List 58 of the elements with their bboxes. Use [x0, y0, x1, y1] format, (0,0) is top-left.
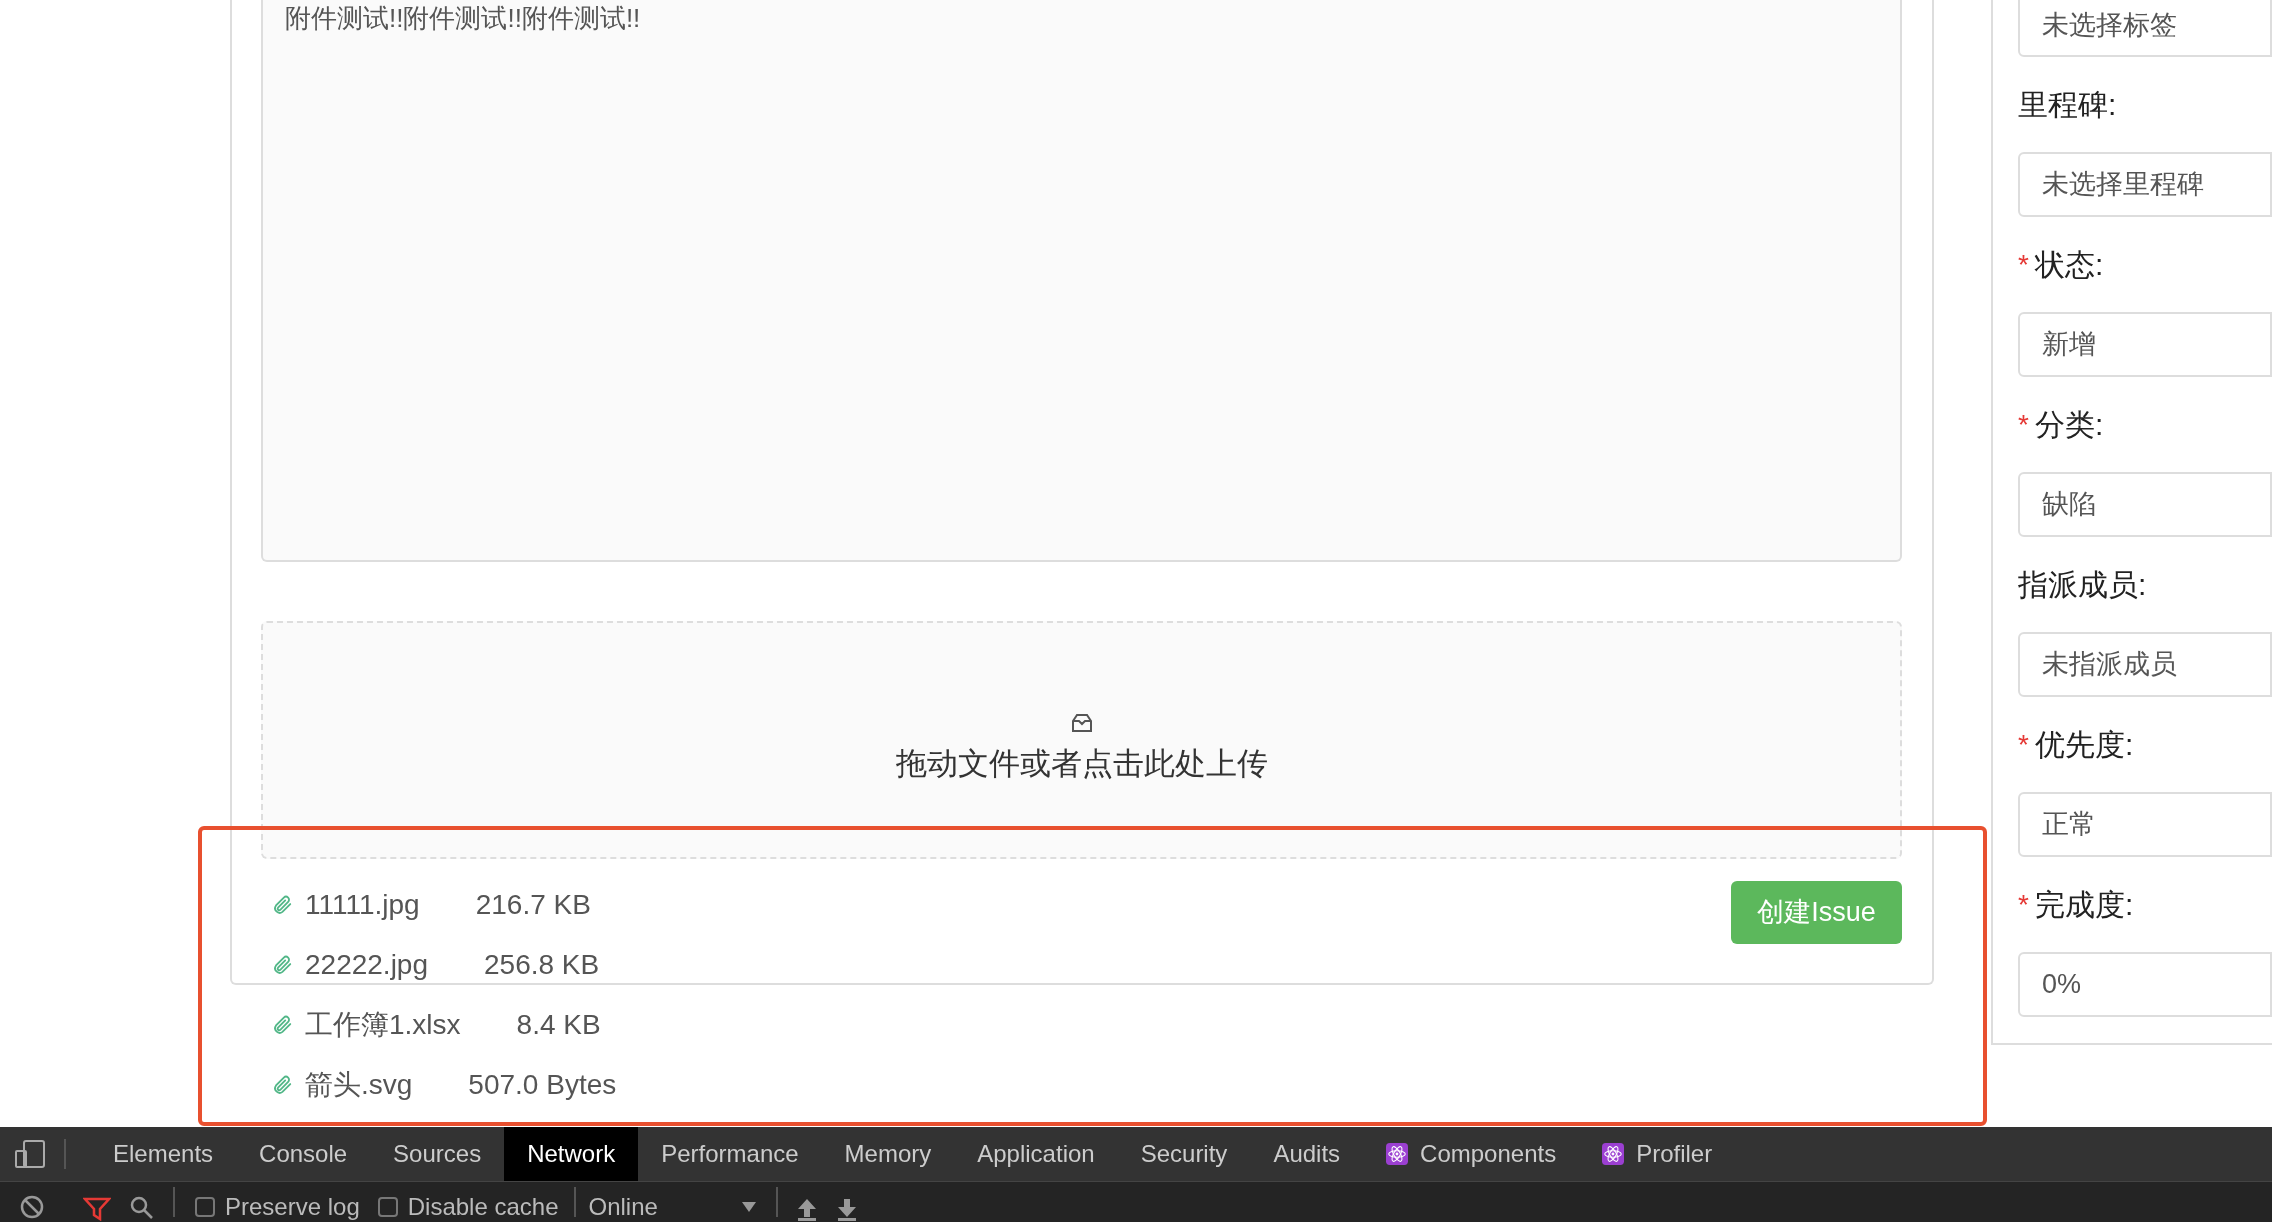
- devtools-tab[interactable]: Profiler: [1579, 1127, 1736, 1181]
- file-name[interactable]: 工作簿1.xlsx: [305, 1004, 461, 1046]
- download-icon[interactable]: [836, 1197, 859, 1221]
- field-label: 指派成员:: [2018, 567, 2147, 603]
- option-checkbox[interactable]: Preserve log: [195, 1179, 360, 1222]
- select-field[interactable]: 未指派成员: [2018, 632, 2272, 697]
- block-icon[interactable]: [19, 1194, 45, 1220]
- devtools-tab[interactable]: Audits: [1250, 1127, 1364, 1181]
- select-field[interactable]: 0%: [2018, 952, 2272, 1017]
- select-field[interactable]: 缺陷: [2018, 472, 2272, 537]
- required-mark: *: [2018, 247, 2029, 282]
- paperclip-icon: [271, 1013, 293, 1037]
- atom-icon: [1602, 1143, 1625, 1165]
- upload-dropzone[interactable]: 拖动文件或者点击此处上传: [261, 621, 1902, 859]
- field-label: 状态:: [2034, 247, 2104, 283]
- devtools-tab[interactable]: Components: [1363, 1127, 1580, 1181]
- devtools-tab[interactable]: Application: [954, 1127, 1118, 1181]
- throttle-select[interactable]: Online: [588, 1179, 757, 1222]
- required-mark: *: [2018, 887, 2029, 922]
- file-size: 256.8 KB: [484, 948, 600, 982]
- paperclip-icon: [271, 953, 293, 977]
- paperclip-icon: [271, 1073, 293, 1097]
- devtools-tab[interactable]: Memory: [821, 1127, 955, 1181]
- devtools-tab[interactable]: Elements: [90, 1127, 237, 1181]
- file-size: 507.0 Bytes: [468, 1068, 617, 1102]
- upload-hint: 拖动文件或者点击此处上传: [895, 744, 1268, 783]
- atom-icon: [1386, 1143, 1409, 1165]
- field-label: 优先度:: [2034, 727, 2134, 763]
- file-size: 216.7 KB: [475, 888, 591, 922]
- devtools-tab[interactable]: Network: [504, 1127, 639, 1181]
- devtools-tab[interactable]: Performance: [638, 1127, 822, 1181]
- select-field[interactable]: 正常: [2018, 792, 2272, 857]
- field-label: 完成度:: [2034, 887, 2134, 923]
- caret-icon: [742, 1202, 757, 1212]
- tags-select[interactable]: 未选择标签: [2018, 0, 2272, 57]
- file-name[interactable]: 箭头.svg: [305, 1064, 413, 1106]
- select-field[interactable]: 新增: [2018, 312, 2272, 377]
- devtools-tab[interactable]: Sources: [370, 1127, 505, 1181]
- field-label: 分类:: [2034, 407, 2104, 443]
- device-toggle-icon[interactable]: [14, 1139, 46, 1169]
- file-size: 8.4 KB: [516, 1008, 601, 1042]
- checkbox[interactable]: [195, 1197, 215, 1217]
- file-name[interactable]: 11111.jpg: [305, 884, 420, 926]
- required-mark: *: [2018, 407, 2029, 442]
- upload-icon[interactable]: [796, 1197, 819, 1221]
- devtools-tab[interactable]: Security: [1117, 1127, 1251, 1181]
- option-checkbox[interactable]: Disable cache: [377, 1179, 559, 1222]
- checkbox[interactable]: [377, 1197, 398, 1217]
- description-field[interactable]: 附件测试!!附件测试!!附件测试!!: [261, 0, 1902, 562]
- paperclip-icon: [271, 893, 293, 917]
- devtools-tab[interactable]: Console: [236, 1127, 371, 1181]
- filter-icon[interactable]: [83, 1197, 111, 1221]
- inbox-icon: [1070, 712, 1093, 733]
- search-icon[interactable]: [129, 1195, 155, 1221]
- file-name[interactable]: 22222.jpg: [305, 944, 428, 986]
- field-label: 里程碑:: [2018, 87, 2117, 123]
- select-field[interactable]: 未选择里程碑: [2018, 152, 2272, 217]
- required-mark: *: [2018, 727, 2029, 762]
